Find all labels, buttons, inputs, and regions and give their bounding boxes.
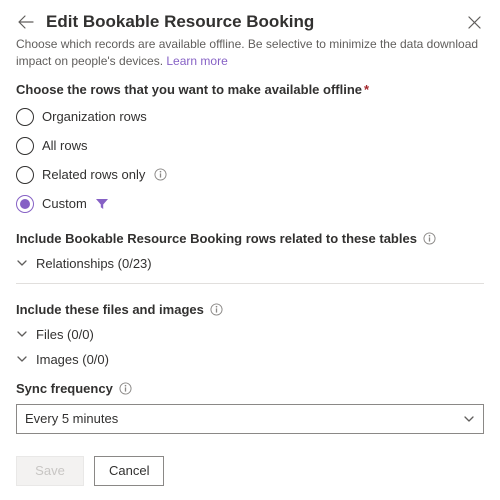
save-button: Save (16, 456, 84, 486)
radio-related-rows[interactable]: Related rows only (16, 166, 484, 184)
relationships-label: Relationships (0/23) (36, 256, 152, 271)
sync-frequency-value: Every 5 minutes (25, 411, 118, 426)
files-section-text: Include these files and images (16, 302, 204, 317)
files-expander[interactable]: Files (0/0) (16, 327, 484, 342)
relationships-expander[interactable]: Relationships (0/23) (16, 256, 484, 271)
radio-label: All rows (42, 138, 88, 153)
chevron-down-icon (16, 328, 28, 340)
radio-organization-rows[interactable]: Organization rows (16, 108, 484, 126)
sync-frequency-select[interactable]: Every 5 minutes (16, 404, 484, 434)
back-arrow-icon[interactable] (16, 12, 36, 32)
edit-panel: Edit Bookable Resource Booking Choose wh… (0, 0, 500, 498)
info-icon[interactable] (119, 381, 133, 395)
radio-icon (16, 108, 34, 126)
radio-custom[interactable]: Custom (16, 195, 484, 213)
images-label: Images (0/0) (36, 352, 109, 367)
sync-frequency-label: Sync frequency (16, 381, 484, 396)
required-asterisk: * (364, 82, 369, 97)
radio-label: Custom (42, 196, 87, 211)
info-icon[interactable] (210, 302, 224, 316)
sync-label-text: Sync frequency (16, 381, 113, 396)
panel-title: Edit Bookable Resource Booking (46, 12, 454, 32)
chevron-down-icon (16, 257, 28, 269)
panel-description: Choose which records are available offli… (16, 36, 484, 70)
chevron-down-icon (463, 413, 475, 425)
radio-label: Organization rows (42, 109, 147, 124)
related-tables-label: Include Bookable Resource Booking rows r… (16, 231, 484, 246)
rows-section-label: Choose the rows that you want to make av… (16, 82, 484, 97)
filter-icon[interactable] (95, 197, 109, 211)
radio-label: Related rows only (42, 167, 145, 182)
description-text: Choose which records are available offli… (16, 37, 478, 68)
images-expander[interactable]: Images (0/0) (16, 352, 484, 367)
radio-icon (16, 166, 34, 184)
close-icon[interactable] (464, 12, 484, 32)
files-section-label: Include these files and images (16, 302, 484, 317)
info-icon[interactable] (423, 231, 437, 245)
footer-actions: Save Cancel (16, 456, 484, 486)
radio-all-rows[interactable]: All rows (16, 137, 484, 155)
chevron-down-icon (16, 353, 28, 365)
related-tables-text: Include Bookable Resource Booking rows r… (16, 231, 417, 246)
files-label: Files (0/0) (36, 327, 94, 342)
divider (16, 283, 484, 284)
cancel-button[interactable]: Cancel (94, 456, 164, 486)
panel-header: Edit Bookable Resource Booking (16, 12, 484, 32)
info-icon[interactable] (153, 168, 167, 182)
radio-icon (16, 195, 34, 213)
radio-icon (16, 137, 34, 155)
rows-label-text: Choose the rows that you want to make av… (16, 82, 362, 97)
learn-more-link[interactable]: Learn more (166, 54, 227, 68)
